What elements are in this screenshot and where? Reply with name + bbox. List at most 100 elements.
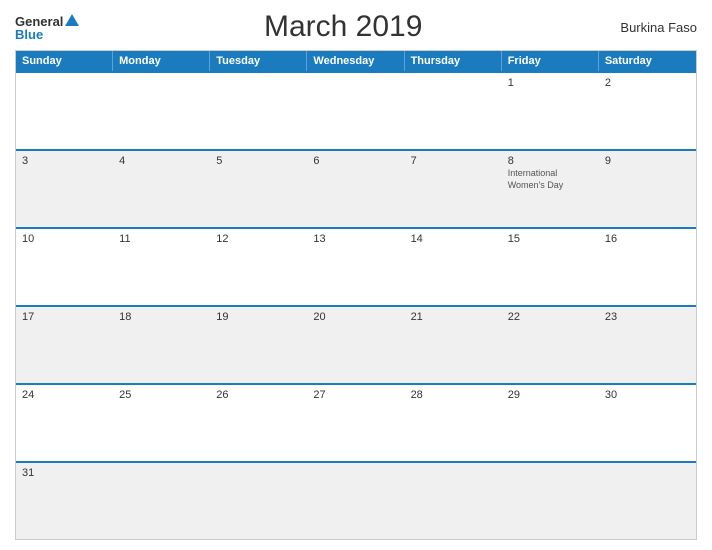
- calendar-cell: 28: [405, 385, 502, 461]
- calendar-cell: 3: [16, 151, 113, 227]
- day-number: 27: [313, 389, 397, 401]
- calendar-cell: 23: [599, 307, 696, 383]
- day-number: 28: [411, 389, 495, 401]
- calendar-cell: [502, 463, 599, 539]
- calendar-cell: 18: [113, 307, 210, 383]
- country-label: Burkina Faso: [607, 20, 697, 35]
- calendar-cell: [210, 73, 307, 149]
- day-number: 19: [216, 311, 300, 323]
- day-number: 13: [313, 233, 397, 245]
- calendar-cell: 8International Women's Day: [502, 151, 599, 227]
- day-number: 18: [119, 311, 203, 323]
- calendar-cell: [307, 73, 404, 149]
- calendar-cell: [16, 73, 113, 149]
- calendar-title: March 2019: [79, 10, 607, 44]
- calendar-cell: 13: [307, 229, 404, 305]
- day-number: 3: [22, 155, 106, 167]
- day-number: 4: [119, 155, 203, 167]
- calendar-cell: [210, 463, 307, 539]
- day-number: 15: [508, 233, 592, 245]
- calendar-cell: 31: [16, 463, 113, 539]
- calendar-cell: 7: [405, 151, 502, 227]
- header-cell-sunday: Sunday: [16, 51, 113, 71]
- day-number: 12: [216, 233, 300, 245]
- calendar-cell: 16: [599, 229, 696, 305]
- calendar-row: 12: [16, 71, 696, 149]
- header-cell-monday: Monday: [113, 51, 210, 71]
- header-cell-thursday: Thursday: [405, 51, 502, 71]
- day-number: 21: [411, 311, 495, 323]
- calendar-row: 3 4 5 6 7 8International Women's Day 9: [16, 149, 696, 227]
- calendar-cell: [599, 463, 696, 539]
- calendar-cell: 30: [599, 385, 696, 461]
- calendar-cell: 10: [16, 229, 113, 305]
- calendar-cell: [405, 463, 502, 539]
- logo-blue-text: Blue: [15, 28, 43, 41]
- day-number: 8: [508, 155, 592, 167]
- calendar-cell: [405, 73, 502, 149]
- logo-row2: Blue: [15, 28, 79, 41]
- calendar: SundayMondayTuesdayWednesdayThursdayFrid…: [15, 50, 697, 540]
- calendar-cell: 5: [210, 151, 307, 227]
- logo-triangle-icon: [65, 14, 79, 26]
- calendar-cell: 22: [502, 307, 599, 383]
- calendar-cell: [113, 73, 210, 149]
- calendar-cell: 9: [599, 151, 696, 227]
- calendar-cell: 14: [405, 229, 502, 305]
- header: General Blue March 2019 Burkina Faso: [15, 10, 697, 44]
- calendar-cell: 15: [502, 229, 599, 305]
- day-number: 5: [216, 155, 300, 167]
- day-number: 6: [313, 155, 397, 167]
- calendar-cell: 6: [307, 151, 404, 227]
- header-cell-tuesday: Tuesday: [210, 51, 307, 71]
- page: General Blue March 2019 Burkina Faso Sun…: [0, 0, 712, 550]
- day-number: 7: [411, 155, 495, 167]
- calendar-cell: 17: [16, 307, 113, 383]
- calendar-cell: 1: [502, 73, 599, 149]
- day-number: 10: [22, 233, 106, 245]
- calendar-cell: [307, 463, 404, 539]
- calendar-row: 24 25 26 27 28 29 30: [16, 383, 696, 461]
- day-number: 2: [605, 77, 689, 89]
- calendar-cell: 11: [113, 229, 210, 305]
- day-number: 11: [119, 233, 203, 245]
- calendar-cell: 25: [113, 385, 210, 461]
- calendar-row: 17 18 19 20 21 22 23: [16, 305, 696, 383]
- day-number: 9: [605, 155, 689, 167]
- logo-general-text: General: [15, 15, 63, 28]
- calendar-body: 12345678International Women's Day9101112…: [16, 71, 696, 539]
- event-label: International Women's Day: [508, 168, 564, 190]
- calendar-cell: 21: [405, 307, 502, 383]
- calendar-cell: 20: [307, 307, 404, 383]
- calendar-cell: 27: [307, 385, 404, 461]
- day-number: 17: [22, 311, 106, 323]
- day-number: 25: [119, 389, 203, 401]
- calendar-cell: 12: [210, 229, 307, 305]
- calendar-row: 31: [16, 461, 696, 539]
- calendar-cell: 24: [16, 385, 113, 461]
- day-number: 26: [216, 389, 300, 401]
- calendar-cell: 2: [599, 73, 696, 149]
- day-number: 23: [605, 311, 689, 323]
- calendar-cell: [113, 463, 210, 539]
- header-cell-wednesday: Wednesday: [307, 51, 404, 71]
- day-number: 24: [22, 389, 106, 401]
- logo-block: General Blue: [15, 14, 79, 41]
- day-number: 1: [508, 77, 592, 89]
- calendar-header: SundayMondayTuesdayWednesdayThursdayFrid…: [16, 51, 696, 71]
- header-cell-friday: Friday: [502, 51, 599, 71]
- header-cell-saturday: Saturday: [599, 51, 696, 71]
- day-number: 20: [313, 311, 397, 323]
- day-number: 16: [605, 233, 689, 245]
- day-number: 29: [508, 389, 592, 401]
- day-number: 30: [605, 389, 689, 401]
- calendar-cell: 4: [113, 151, 210, 227]
- logo: General Blue: [15, 14, 79, 41]
- logo-row1: General: [15, 14, 79, 28]
- day-number: 14: [411, 233, 495, 245]
- day-number: 22: [508, 311, 592, 323]
- day-number: 31: [22, 467, 106, 479]
- calendar-cell: 29: [502, 385, 599, 461]
- calendar-cell: 26: [210, 385, 307, 461]
- calendar-row: 10 11 12 13 14 15 16: [16, 227, 696, 305]
